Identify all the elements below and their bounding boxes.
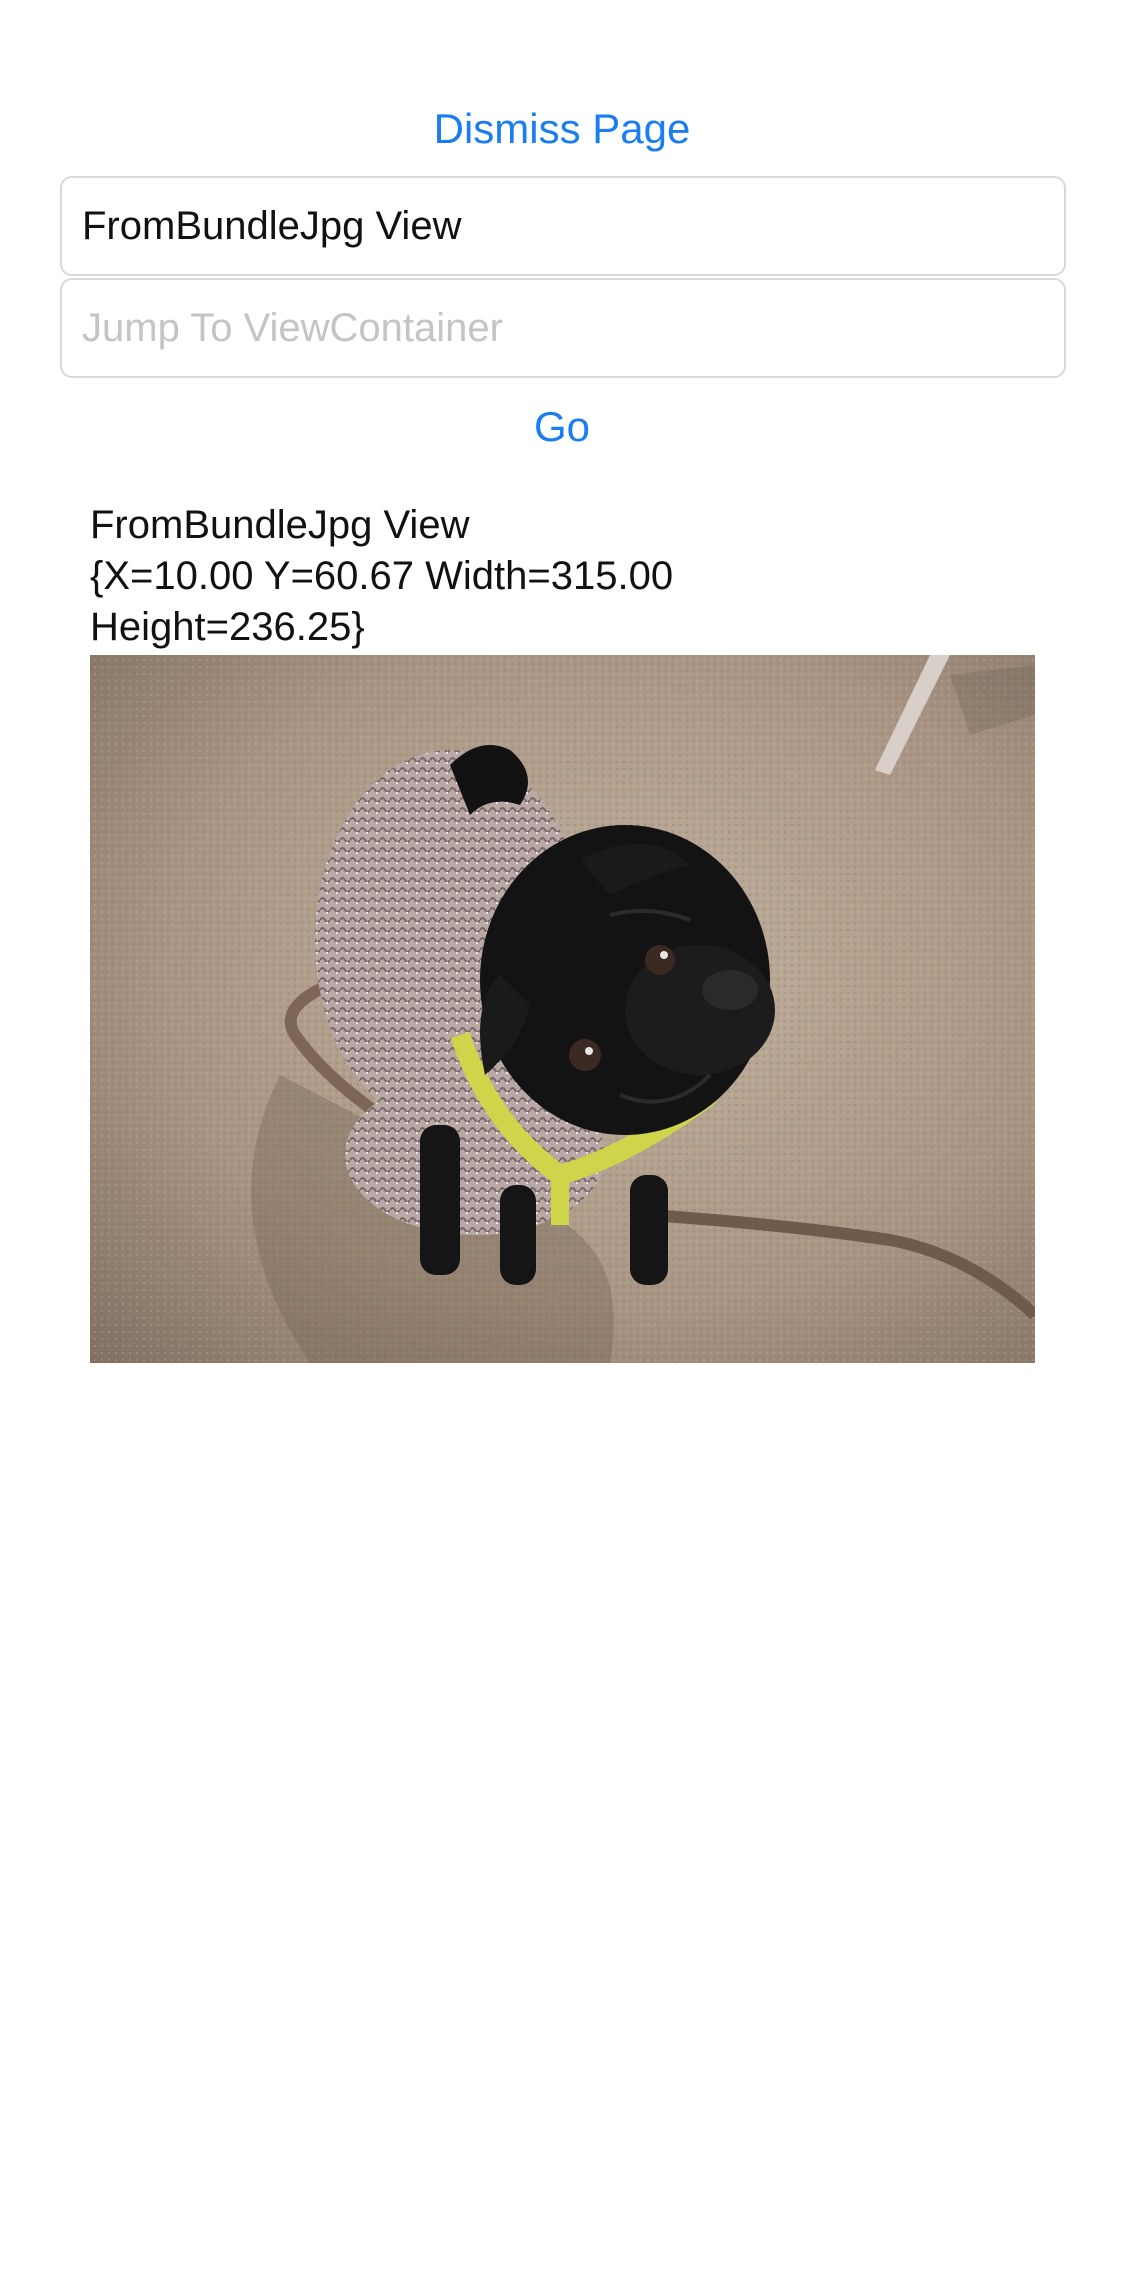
go-button[interactable]: Go <box>0 394 1124 460</box>
view-info: FromBundleJpg View {X=10.00 Y=60.67 Widt… <box>90 500 1050 653</box>
view-bounds-line-2: Height=236.25} <box>90 605 365 649</box>
pug-photo <box>90 655 1035 1363</box>
jump-to-container-input[interactable] <box>82 305 1044 351</box>
selected-view-text: FromBundleJpg View <box>82 203 462 248</box>
dismiss-page-button[interactable]: Dismiss Page <box>0 96 1124 162</box>
selected-view-field[interactable]: FromBundleJpg View <box>60 176 1066 276</box>
view-title: FromBundleJpg View <box>90 503 470 547</box>
view-bounds-line-1: {X=10.00 Y=60.67 Width=315.00 <box>90 554 674 598</box>
jump-to-container-field[interactable] <box>60 278 1066 378</box>
